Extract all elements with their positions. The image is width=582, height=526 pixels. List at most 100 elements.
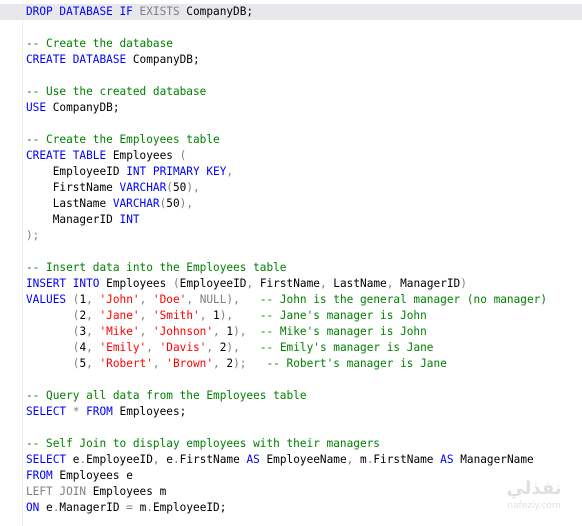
code-token: ManagerID (393, 277, 461, 290)
code-token: m (353, 453, 367, 466)
code-token: ManagerID (59, 501, 127, 514)
code-line[interactable]: USE CompanyDB; (26, 100, 582, 116)
code-line[interactable]: -- Use the created database (26, 84, 582, 100)
code-token: ), (186, 181, 200, 194)
code-line[interactable] (26, 244, 582, 260)
code-line[interactable]: -- Create the Employees table (26, 132, 582, 148)
code-token: EmployeeName (259, 453, 347, 466)
code-line[interactable] (26, 420, 582, 436)
watermark-logo: نفذلي nafezly.com (498, 478, 570, 516)
code-token: ) (460, 277, 467, 290)
code-token: ( (26, 309, 80, 322)
code-token: -- Emily's manager is Jane (259, 341, 434, 354)
code-token: LastName (326, 277, 387, 290)
code-line[interactable] (26, 68, 582, 84)
code-token: , (319, 277, 327, 290)
code-line[interactable]: SELECT e.EmployeeID, e.FirstName AS Empl… (26, 452, 582, 468)
code-token: CREATE DATABASE (26, 53, 127, 66)
code-token: . (172, 453, 180, 466)
code-line[interactable]: ); (26, 228, 582, 244)
code-token: , (213, 357, 227, 370)
code-token: ( (26, 341, 80, 354)
code-line[interactable]: (3, 'Mike', 'Johnson', 1), -- Mike's man… (26, 324, 582, 340)
code-token: ManagerName (453, 453, 534, 466)
code-token: ( (26, 357, 80, 370)
code-token: CompanyDB; (46, 101, 120, 114)
code-area[interactable]: DROP DATABASE IF EXISTS CompanyDB; -- Cr… (0, 4, 582, 516)
code-token: 50 (172, 181, 187, 194)
code-line[interactable]: -- Self Join to display employees with t… (26, 436, 582, 452)
code-line[interactable]: VALUES (1, 'John', 'Doe', NULL), -- John… (26, 292, 582, 308)
code-token: -- Self Join to display employees with t… (26, 437, 380, 450)
code-token: ); (26, 229, 40, 242)
code-token: 50 (166, 197, 180, 210)
code-token: ( (166, 181, 173, 194)
code-line[interactable]: INSERT INTO Employees (EmployeeID, First… (26, 276, 582, 292)
code-token: DROP DATABASE IF (26, 5, 140, 18)
code-token: AS (246, 453, 260, 466)
code-token: EmployeeID (179, 277, 247, 290)
code-token: EXISTS (139, 5, 180, 18)
code-token: FirstName (179, 453, 247, 466)
code-token: , (139, 325, 153, 338)
code-token: INT PRIMARY KEY (126, 165, 227, 178)
code-line[interactable]: LastName VARCHAR(50), (26, 196, 582, 212)
code-token: 'Brown' (166, 357, 214, 370)
code-token: ( (179, 149, 187, 162)
code-line[interactable] (26, 116, 582, 132)
code-token: -- Use the created database (26, 85, 207, 98)
code-token: CompanyDB; (179, 5, 254, 18)
code-token: . (146, 501, 153, 514)
code-line[interactable]: -- Insert data into the Employees table (26, 260, 582, 276)
code-token: ( (172, 277, 180, 290)
code-token: e (66, 453, 80, 466)
code-token: CREATE TABLE (26, 149, 107, 162)
code-token: , (213, 325, 227, 338)
code-token: e (39, 501, 53, 514)
code-token: FROM (86, 405, 113, 418)
code-token: , (139, 293, 153, 306)
code-token: FirstName (26, 181, 120, 194)
code-line[interactable] (26, 372, 582, 388)
code-token: , (86, 357, 100, 370)
code-line[interactable]: (5, 'Robert', 'Brown', 2); -- Robert's m… (26, 356, 582, 372)
code-token: -- Insert data into the Employees table (26, 261, 287, 274)
code-token: LEFT JOIN (26, 485, 87, 498)
sql-editor[interactable]: DROP DATABASE IF EXISTS CompanyDB; -- Cr… (0, 0, 582, 526)
watermark-latin-text: nafezly.com (507, 501, 561, 511)
code-line[interactable]: -- Query all data from the Employees tab… (26, 388, 582, 404)
code-token: = (126, 501, 133, 514)
code-token: 'Robert' (99, 357, 153, 370)
code-token: , (86, 293, 100, 306)
code-line[interactable]: DROP DATABASE IF EXISTS CompanyDB; (0, 4, 582, 20)
code-token: -- Create the database (26, 37, 173, 50)
code-line[interactable]: CREATE TABLE Employees ( (26, 148, 582, 164)
code-line[interactable]: (4, 'Emily', 'Davis', 2), -- Emily's man… (26, 340, 582, 356)
code-token: LastName (26, 197, 113, 210)
code-token: , (146, 341, 160, 354)
code-line[interactable]: EmployeeID INT PRIMARY KEY, (26, 164, 582, 180)
code-line[interactable]: (2, 'Jane', 'Smith', 1), -- Jane's manag… (26, 308, 582, 324)
code-line[interactable]: -- Create the database (26, 36, 582, 52)
code-token: Employees e (52, 469, 133, 482)
code-token: ManagerID (26, 213, 120, 226)
code-token: Employees (99, 277, 173, 290)
code-token: ), (226, 341, 240, 354)
watermark-arabic-text: نفذلي (506, 478, 562, 499)
code-token: ON (26, 501, 40, 514)
code-line[interactable]: SELECT * FROM Employees; (26, 404, 582, 420)
code-token: ), (219, 309, 234, 322)
code-token: , (186, 293, 200, 306)
code-token: , (86, 325, 100, 338)
code-line[interactable]: CREATE DATABASE CompanyDB; (26, 52, 582, 68)
code-token: ); (233, 357, 247, 370)
code-line[interactable]: FirstName VARCHAR(50), (26, 180, 582, 196)
code-token: ( (26, 325, 80, 338)
code-line[interactable]: ManagerID INT (26, 212, 582, 228)
code-line[interactable] (26, 20, 582, 36)
code-token: Employees (106, 149, 180, 162)
code-token: 'Doe' (152, 293, 187, 306)
